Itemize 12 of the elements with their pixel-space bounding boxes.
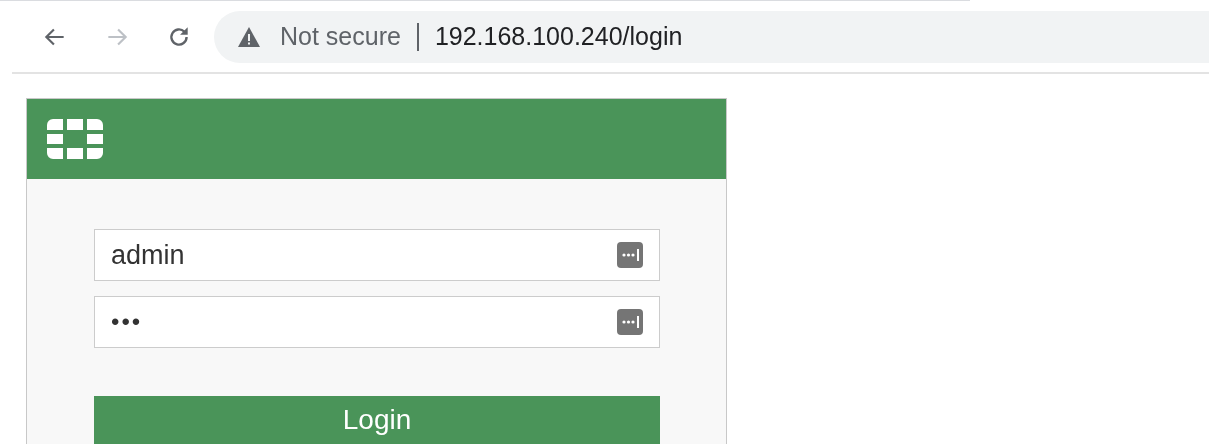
logo-icon: [47, 119, 103, 159]
username-field[interactable]: admin: [94, 229, 660, 281]
masked-password: •••: [111, 308, 143, 336]
warning-icon: [238, 26, 260, 47]
address-bar[interactable]: Not secure 192.168.100.240/login: [214, 10, 1209, 63]
login-button[interactable]: Login: [94, 396, 660, 444]
url-text[interactable]: 192.168.100.240/login: [434, 22, 683, 51]
password-manager-icon[interactable]: [617, 309, 643, 335]
password-manager-icon[interactable]: [617, 242, 643, 268]
password-field[interactable]: •••: [94, 296, 660, 348]
username-value: admin: [111, 239, 185, 271]
security-label[interactable]: Not secure: [280, 22, 401, 51]
